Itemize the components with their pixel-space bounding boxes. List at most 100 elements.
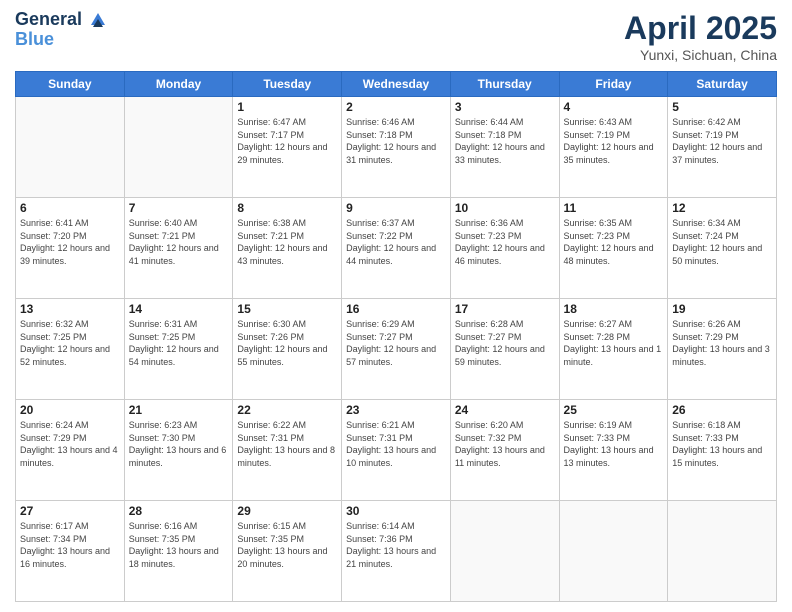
day-info: Sunrise: 6:29 AM Sunset: 7:27 PM Dayligh…: [346, 318, 446, 368]
weekday-header: Sunday: [16, 72, 125, 97]
header: General Blue April 2025 Yunxi, Sichuan, …: [15, 10, 777, 63]
calendar-cell: 6 Sunrise: 6:41 AM Sunset: 7:20 PM Daylig…: [16, 198, 125, 299]
day-number: 28: [129, 504, 229, 518]
weekday-header: Saturday: [668, 72, 777, 97]
calendar-cell: 11 Sunrise: 6:35 AM Sunset: 7:23 PM Dayli…: [559, 198, 668, 299]
calendar-cell: [559, 501, 668, 602]
day-info: Sunrise: 6:36 AM Sunset: 7:23 PM Dayligh…: [455, 217, 555, 267]
calendar-cell: 18Sunrise: 6:27 AM Sunset: 7:28 PM Dayli…: [559, 299, 668, 400]
day-number: 10: [455, 201, 555, 215]
calendar-cell: 21 Sunrise: 6:23 AM Sunset: 7:30 PM Dayli…: [124, 400, 233, 501]
day-number: 21: [129, 403, 229, 417]
day-number: 3: [455, 100, 555, 114]
day-info: Sunrise: 6:23 AM Sunset: 7:30 PM Dayligh…: [129, 419, 229, 469]
calendar-cell: 24 Sunrise: 6:20 AM Sunset: 7:32 PM Dayli…: [450, 400, 559, 501]
day-info: Sunrise: 6:38 AM Sunset: 7:21 PM Dayligh…: [237, 217, 337, 267]
day-info: Sunrise: 6:35 AM Sunset: 7:23 PM Dayligh…: [564, 217, 664, 267]
day-number: 1: [237, 100, 337, 114]
calendar-cell: 26 Sunrise: 6:18 AM Sunset: 7:33 PM Dayli…: [668, 400, 777, 501]
calendar-cell: 10 Sunrise: 6:36 AM Sunset: 7:23 PM Dayli…: [450, 198, 559, 299]
day-number: 15: [237, 302, 337, 316]
subtitle: Yunxi, Sichuan, China: [624, 47, 777, 63]
page: General Blue April 2025 Yunxi, Sichuan, …: [0, 0, 792, 612]
day-info: Sunrise: 6:19 AM Sunset: 7:33 PM Dayligh…: [564, 419, 664, 469]
day-info: Sunrise: 6:28 AM Sunset: 7:27 PM Dayligh…: [455, 318, 555, 368]
calendar-cell: 5 Sunrise: 6:42 AM Sunset: 7:19 PM Daylig…: [668, 97, 777, 198]
day-number: 14: [129, 302, 229, 316]
day-number: 8: [237, 201, 337, 215]
day-info: Sunrise: 6:40 AM Sunset: 7:21 PM Dayligh…: [129, 217, 229, 267]
day-number: 18: [564, 302, 664, 316]
day-number: 23: [346, 403, 446, 417]
day-info: Sunrise: 6:22 AM Sunset: 7:31 PM Dayligh…: [237, 419, 337, 469]
calendar-week-row: 6 Sunrise: 6:41 AM Sunset: 7:20 PM Daylig…: [16, 198, 777, 299]
main-title: April 2025: [624, 10, 777, 47]
day-number: 7: [129, 201, 229, 215]
day-number: 11: [564, 201, 664, 215]
calendar-cell: [16, 97, 125, 198]
calendar-cell: [124, 97, 233, 198]
day-number: 2: [346, 100, 446, 114]
day-info: Sunrise: 6:18 AM Sunset: 7:33 PM Dayligh…: [672, 419, 772, 469]
day-info: Sunrise: 6:43 AM Sunset: 7:19 PM Dayligh…: [564, 116, 664, 166]
calendar-cell: 27Sunrise: 6:17 AM Sunset: 7:34 PM Dayli…: [16, 501, 125, 602]
calendar-cell: [668, 501, 777, 602]
day-info: Sunrise: 6:42 AM Sunset: 7:19 PM Dayligh…: [672, 116, 772, 166]
calendar-cell: 16 Sunrise: 6:29 AM Sunset: 7:27 PM Dayli…: [342, 299, 451, 400]
calendar-table: SundayMondayTuesdayWednesdayThursdayFrid…: [15, 71, 777, 602]
title-block: April 2025 Yunxi, Sichuan, China: [624, 10, 777, 63]
day-info: Sunrise: 6:32 AM Sunset: 7:25 PM Dayligh…: [20, 318, 120, 368]
calendar-cell: 4 Sunrise: 6:43 AM Sunset: 7:19 PM Daylig…: [559, 97, 668, 198]
day-number: 6: [20, 201, 120, 215]
calendar-cell: 13Sunrise: 6:32 AM Sunset: 7:25 PM Dayli…: [16, 299, 125, 400]
day-info: Sunrise: 6:21 AM Sunset: 7:31 PM Dayligh…: [346, 419, 446, 469]
calendar-cell: 22Sunrise: 6:22 AM Sunset: 7:31 PM Dayli…: [233, 400, 342, 501]
day-number: 4: [564, 100, 664, 114]
day-info: Sunrise: 6:16 AM Sunset: 7:35 PM Dayligh…: [129, 520, 229, 570]
calendar-cell: 28 Sunrise: 6:16 AM Sunset: 7:35 PM Dayli…: [124, 501, 233, 602]
day-number: 12: [672, 201, 772, 215]
calendar-week-row: 1 Sunrise: 6:47 AM Sunset: 7:17 PM Daylig…: [16, 97, 777, 198]
calendar-cell: 1 Sunrise: 6:47 AM Sunset: 7:17 PM Daylig…: [233, 97, 342, 198]
day-info: Sunrise: 6:24 AM Sunset: 7:29 PM Dayligh…: [20, 419, 120, 469]
calendar-cell: 30Sunrise: 6:14 AM Sunset: 7:36 PM Dayli…: [342, 501, 451, 602]
day-number: 5: [672, 100, 772, 114]
weekday-header: Tuesday: [233, 72, 342, 97]
calendar-cell: 14Sunrise: 6:31 AM Sunset: 7:25 PM Dayli…: [124, 299, 233, 400]
logo-text-line2: Blue: [15, 30, 54, 50]
day-info: Sunrise: 6:41 AM Sunset: 7:20 PM Dayligh…: [20, 217, 120, 267]
weekday-header-row: SundayMondayTuesdayWednesdayThursdayFrid…: [16, 72, 777, 97]
day-number: 16: [346, 302, 446, 316]
day-number: 29: [237, 504, 337, 518]
day-info: Sunrise: 6:15 AM Sunset: 7:35 PM Dayligh…: [237, 520, 337, 570]
day-info: Sunrise: 6:47 AM Sunset: 7:17 PM Dayligh…: [237, 116, 337, 166]
weekday-header: Thursday: [450, 72, 559, 97]
calendar-cell: 29 Sunrise: 6:15 AM Sunset: 7:35 PM Dayli…: [233, 501, 342, 602]
day-number: 17: [455, 302, 555, 316]
calendar-week-row: 13Sunrise: 6:32 AM Sunset: 7:25 PM Dayli…: [16, 299, 777, 400]
day-info: Sunrise: 6:37 AM Sunset: 7:22 PM Dayligh…: [346, 217, 446, 267]
day-info: Sunrise: 6:14 AM Sunset: 7:36 PM Dayligh…: [346, 520, 446, 570]
calendar-week-row: 27Sunrise: 6:17 AM Sunset: 7:34 PM Dayli…: [16, 501, 777, 602]
calendar-cell: 15Sunrise: 6:30 AM Sunset: 7:26 PM Dayli…: [233, 299, 342, 400]
logo-text-line1: General: [15, 10, 107, 30]
logo-icon: [89, 11, 107, 29]
calendar-cell: [450, 501, 559, 602]
day-info: Sunrise: 6:46 AM Sunset: 7:18 PM Dayligh…: [346, 116, 446, 166]
day-number: 19: [672, 302, 772, 316]
calendar-cell: 25 Sunrise: 6:19 AM Sunset: 7:33 PM Dayli…: [559, 400, 668, 501]
calendar-cell: 23 Sunrise: 6:21 AM Sunset: 7:31 PM Dayli…: [342, 400, 451, 501]
calendar-cell: 20Sunrise: 6:24 AM Sunset: 7:29 PM Dayli…: [16, 400, 125, 501]
calendar-cell: 8 Sunrise: 6:38 AM Sunset: 7:21 PM Daylig…: [233, 198, 342, 299]
day-info: Sunrise: 6:34 AM Sunset: 7:24 PM Dayligh…: [672, 217, 772, 267]
day-info: Sunrise: 6:20 AM Sunset: 7:32 PM Dayligh…: [455, 419, 555, 469]
calendar-week-row: 20Sunrise: 6:24 AM Sunset: 7:29 PM Dayli…: [16, 400, 777, 501]
day-number: 26: [672, 403, 772, 417]
calendar-cell: 7 Sunrise: 6:40 AM Sunset: 7:21 PM Daylig…: [124, 198, 233, 299]
day-number: 9: [346, 201, 446, 215]
logo: General Blue: [15, 10, 107, 50]
calendar-cell: 9 Sunrise: 6:37 AM Sunset: 7:22 PM Daylig…: [342, 198, 451, 299]
weekday-header: Monday: [124, 72, 233, 97]
day-number: 25: [564, 403, 664, 417]
day-number: 24: [455, 403, 555, 417]
